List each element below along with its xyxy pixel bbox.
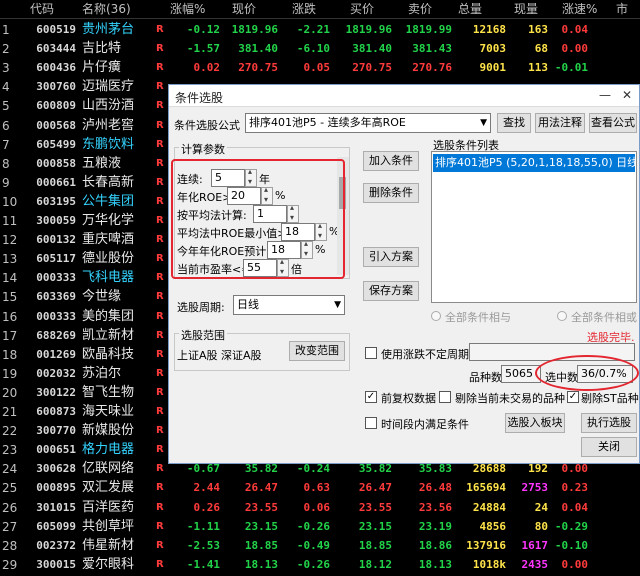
cell-vol: 1018k (472, 557, 506, 571)
chevron-down-icon: ▼ (480, 118, 487, 128)
stock-screener-dialog: 条件选股 — ✕ 条件选股公式 排序401池P5 - 连续多年高ROE ▼ 查找… (168, 84, 640, 464)
adj-label: 前复权数据 (381, 392, 436, 405)
save-plan-button[interactable]: 保存方案 (363, 281, 419, 301)
col-cur[interactable]: 现量 (514, 0, 538, 19)
col-mkt[interactable]: 市 (616, 0, 628, 19)
all-and-radio[interactable] (431, 311, 441, 321)
calc-params-title: 计算参数 (179, 141, 227, 157)
table-row[interactable]: 29 300015 爱尔眼科 R -1.41 18.13 -0.26 18.12 18.13 10… (0, 554, 640, 576)
formula-value: 排序401池P5 - 连续多年高ROE (249, 116, 406, 129)
col-vol[interactable]: 总量 (458, 0, 482, 19)
cell-spd: 0.00 (561, 557, 589, 571)
skip-halt-label: 剔除当前未交易的品种 (455, 392, 565, 405)
dialog-title: 条件选股 (175, 91, 224, 105)
all-and-label: 全部条件相与 (445, 311, 511, 324)
col-pct[interactable]: 涨幅% (170, 0, 205, 19)
to-block-button[interactable]: 选股入板块 (505, 413, 565, 433)
table-header: 代码 名称(36) 涨幅% 现价 涨跌 买价 卖价 总量 现量 涨速% 市 (0, 0, 640, 19)
col-spd[interactable]: 涨速% (562, 0, 597, 19)
import-plan-button[interactable]: 引入方案 (363, 247, 419, 267)
cell-code: 300015 (36, 557, 76, 571)
execute-button[interactable]: 执行选股 (581, 413, 637, 433)
range-value: 上证A股 深证A股 (177, 349, 262, 362)
skip-st-label: 剔除ST品种 (581, 392, 639, 405)
change-range-button[interactable]: 改变范围 (289, 341, 345, 361)
skip-halt-checkbox[interactable] (439, 391, 451, 403)
rzrq-flag: R (156, 558, 164, 570)
close-icon[interactable]: ✕ (617, 87, 637, 103)
col-ask[interactable]: 卖价 (408, 0, 432, 19)
minimize-icon[interactable]: — (595, 87, 615, 103)
cell-bid: 18.12 (358, 557, 392, 571)
cell-cur: 2435 (521, 557, 549, 571)
view-formula-button[interactable]: 查看公式 (589, 113, 637, 133)
hit-highlight (535, 355, 639, 391)
formula-label: 条件选股公式 (174, 119, 240, 132)
cell-ask: 18.13 (418, 557, 452, 571)
chevron-down-icon: ▼ (334, 300, 341, 310)
count-label: 品种数 (469, 371, 502, 384)
delete-condition-button[interactable]: 删除条件 (363, 183, 419, 203)
dialog-titlebar[interactable]: 条件选股 — ✕ (169, 85, 639, 107)
time-cond-label: 时间段内满足条件 (381, 418, 469, 431)
all-or-label: 全部条件相或 (571, 311, 637, 324)
cell-price: 18.13 (244, 557, 278, 571)
skip-st-checkbox[interactable]: ✓ (567, 391, 579, 403)
add-condition-button[interactable]: 加入条件 (363, 151, 419, 171)
condition-list-item[interactable]: 排序401池P5 (5,20,1,18,18,55,0) 日线 (433, 154, 635, 172)
adj-checkbox[interactable]: ✓ (365, 391, 377, 403)
cell-i: 29 (2, 557, 18, 572)
find-button[interactable]: 查找 (497, 113, 531, 133)
range-title: 选股范围 (179, 327, 227, 343)
period-select[interactable]: 日线 ▼ (233, 295, 345, 315)
condition-list[interactable]: 排序401池P5 (5,20,1,18,18,55,0) 日线 (431, 151, 637, 303)
use-ext-checkbox[interactable] (365, 347, 377, 359)
col-price[interactable]: 现价 (232, 0, 256, 19)
formula-select[interactable]: 排序401池P5 - 连续多年高ROE ▼ (245, 113, 491, 133)
cell-chg: -0.26 (296, 557, 330, 571)
cell-pct: -1.41 (186, 557, 220, 571)
period-value: 日线 (237, 298, 259, 311)
col-chg[interactable]: 涨跌 (292, 0, 316, 19)
close-button[interactable]: 关闭 (581, 437, 637, 457)
col-bid[interactable]: 买价 (350, 0, 374, 19)
period-label: 选股周期: (177, 301, 225, 314)
col-name[interactable]: 名称(36) (82, 0, 131, 19)
params-highlight (171, 159, 345, 279)
all-or-radio[interactable] (557, 311, 567, 321)
cell-name: 爱尔眼科 (82, 556, 135, 572)
col-code[interactable]: 代码 (30, 0, 54, 19)
help-button[interactable]: 用法注释 (535, 113, 585, 133)
time-cond-checkbox[interactable] (365, 417, 377, 429)
use-ext-label: 使用涨跌不定周期 (381, 348, 469, 361)
